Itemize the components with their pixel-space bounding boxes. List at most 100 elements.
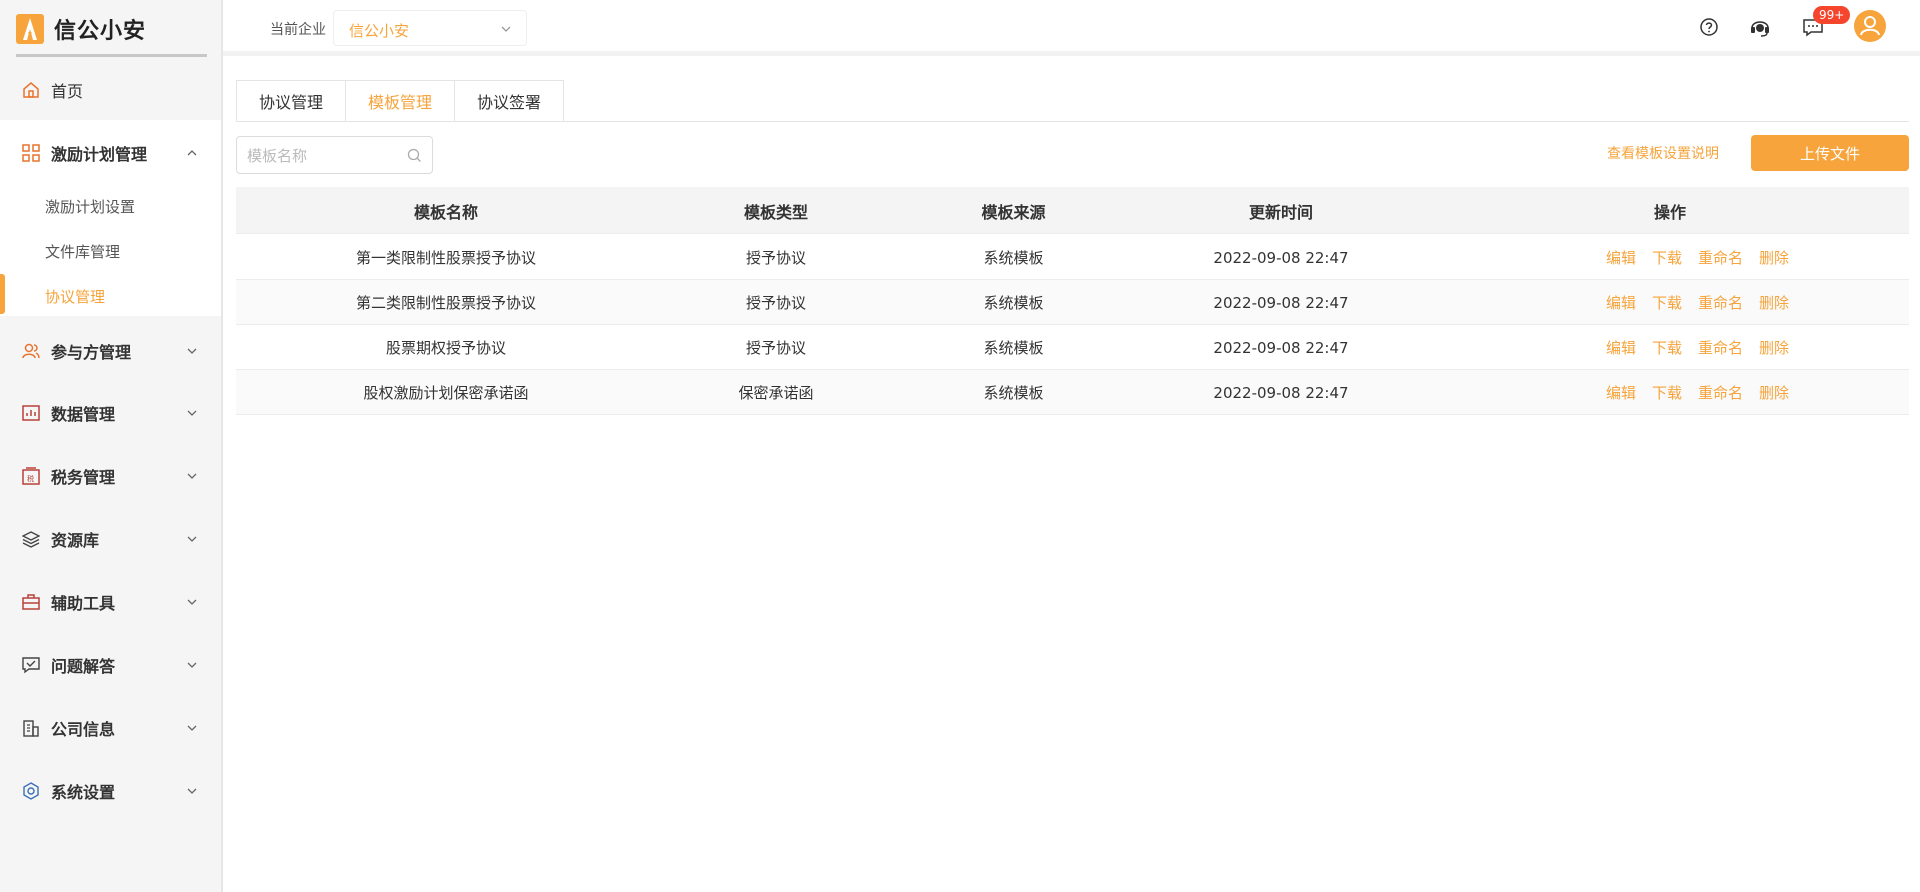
cell-updated-time: 2022-09-08 22:47 [1213, 248, 1349, 267]
user-icon [1860, 16, 1880, 36]
chevron-down-icon [187, 410, 197, 416]
cell-actions: 编辑 下载 重命名 删除 [1606, 325, 1909, 370]
cell-template-name: 股票期权授予协议 [385, 339, 506, 357]
customer-support-icon[interactable] [1747, 14, 1773, 40]
rename-button[interactable]: 重命名 [1698, 337, 1743, 358]
sidebar-item-qa[interactable]: 问题解答 [0, 640, 221, 690]
sidebar-subitem-file-library[interactable]: 文件库管理 [0, 229, 221, 273]
cell-template-type: 授予协议 [745, 294, 806, 312]
upload-file-button[interactable]: 上传文件 [1751, 135, 1909, 171]
column-header-name: 模板名称 [413, 202, 478, 222]
sidebar-item-system-settings[interactable]: 系统设置 [0, 766, 221, 816]
home-icon [23, 82, 39, 98]
cell-template-name: 第一类限制性股票授予协议 [355, 249, 536, 267]
search-input[interactable] [247, 145, 397, 167]
sidebar-subitem-plan-settings[interactable]: 激励计划设置 [0, 184, 221, 228]
cell-template-type: 授予协议 [745, 249, 806, 267]
tab-agreement-management[interactable]: 协议管理 [236, 80, 346, 122]
sidebar-item-data[interactable]: 数据管理 [0, 388, 221, 438]
cell-template-source: 系统模板 [983, 339, 1044, 357]
logo-icon [16, 14, 44, 44]
table-row: 股票期权授予协议 授予协议 系统模板 2022-09-08 22:47 编辑 下… [236, 325, 1909, 370]
help-icon[interactable] [1696, 14, 1722, 40]
sidebar-item-label: 首页 [51, 82, 84, 101]
cell-updated-time: 2022-09-08 22:47 [1213, 293, 1349, 312]
template-search [236, 136, 433, 174]
cell-actions: 编辑 下载 重命名 删除 [1606, 370, 1909, 415]
svg-text:税: 税 [27, 474, 34, 483]
cell-template-name: 第二类限制性股票授予协议 [355, 294, 536, 312]
delete-button[interactable]: 删除 [1759, 247, 1789, 268]
logo-divider [16, 54, 207, 57]
edit-button[interactable]: 编辑 [1606, 382, 1636, 403]
sidebar-subitem-agreement-management[interactable]: 协议管理 [0, 274, 221, 318]
column-header-type: 模板类型 [743, 202, 808, 222]
sidebar-item-tools[interactable]: 辅助工具 [0, 577, 221, 627]
sidebar: 信公小安 首页 激励计划管理 激励计划设置 文件库管理 协议管理 参与方管理 数… [0, 0, 223, 892]
cell-template-type: 授予协议 [745, 339, 806, 357]
cell-updated-time: 2022-09-08 22:47 [1213, 383, 1349, 402]
sidebar-item-home[interactable]: 首页 [0, 65, 221, 115]
chevron-down-icon [187, 599, 197, 605]
search-icon[interactable] [407, 148, 422, 163]
download-button[interactable]: 下载 [1652, 247, 1682, 268]
top-header: 当前企业 信公小安 99+ [223, 0, 1920, 56]
sidebar-item-label: 税务管理 [51, 468, 116, 487]
sidebar-item-label: 资源库 [51, 531, 100, 550]
sidebar-subitem-label: 文件库管理 [45, 242, 121, 261]
sidebar-item-label: 激励计划管理 [51, 145, 148, 164]
download-button[interactable]: 下载 [1652, 337, 1682, 358]
toolbox-icon [22, 594, 40, 610]
tab-agreement-signing[interactable]: 协议签署 [454, 80, 564, 122]
cell-actions: 编辑 下载 重命名 删除 [1606, 280, 1909, 325]
sidebar-item-label: 系统设置 [51, 783, 116, 802]
template-help-link[interactable]: 查看模板设置说明 [1607, 143, 1719, 163]
chevron-down-icon [187, 725, 197, 731]
app-name: 信公小安 [54, 19, 147, 44]
chevron-down-icon [187, 348, 197, 354]
chart-icon [22, 405, 40, 421]
delete-button[interactable]: 删除 [1759, 382, 1789, 403]
users-icon [22, 343, 40, 359]
qa-icon [22, 657, 40, 674]
company-select[interactable]: 信公小安 [333, 10, 527, 46]
edit-button[interactable]: 编辑 [1606, 292, 1636, 313]
sidebar-item-resources[interactable]: 资源库 [0, 514, 221, 564]
table-header: 模板名称 模板类型 模板来源 更新时间 操作 [236, 187, 1909, 234]
sidebar-subitem-label: 协议管理 [45, 287, 106, 306]
rename-button[interactable]: 重命名 [1698, 382, 1743, 403]
sidebar-item-company-info[interactable]: 公司信息 [0, 703, 221, 753]
sidebar-item-tax[interactable]: 税 税务管理 [0, 451, 221, 501]
current-company-label: 当前企业 [270, 22, 326, 38]
chevron-down-icon [187, 788, 197, 794]
delete-button[interactable]: 删除 [1759, 337, 1789, 358]
column-header-updated: 更新时间 [1248, 202, 1313, 222]
table-row: 第二类限制性股票授予协议 授予协议 系统模板 2022-09-08 22:47 … [236, 280, 1909, 325]
download-button[interactable]: 下载 [1652, 382, 1682, 403]
edit-button[interactable]: 编辑 [1606, 247, 1636, 268]
table-row: 股权激励计划保密承诺函 保密承诺函 系统模板 2022-09-08 22:47 … [236, 370, 1909, 415]
sidebar-item-label: 参与方管理 [51, 343, 132, 362]
edit-button[interactable]: 编辑 [1606, 337, 1636, 358]
sidebar-item-incentive-plan[interactable]: 激励计划管理 [0, 128, 221, 178]
sidebar-item-label: 辅助工具 [51, 594, 116, 613]
sidebar-item-label: 问题解答 [51, 657, 116, 676]
column-header-actions: 操作 [1653, 202, 1686, 222]
avatar[interactable] [1854, 10, 1886, 42]
chevron-down-icon [187, 473, 197, 479]
cell-template-source: 系统模板 [983, 384, 1044, 402]
download-button[interactable]: 下载 [1652, 292, 1682, 313]
column-header-source: 模板来源 [981, 202, 1046, 222]
rename-button[interactable]: 重命名 [1698, 292, 1743, 313]
sidebar-item-participants[interactable]: 参与方管理 [0, 326, 221, 376]
delete-button[interactable]: 删除 [1759, 292, 1789, 313]
rename-button[interactable]: 重命名 [1698, 247, 1743, 268]
app-logo[interactable]: 信公小安 [16, 10, 146, 48]
cell-template-name: 股权激励计划保密承诺函 [363, 384, 529, 402]
sidebar-item-label: 公司信息 [51, 720, 116, 739]
cell-template-source: 系统模板 [983, 249, 1044, 267]
tab-template-management[interactable]: 模板管理 [345, 80, 455, 122]
company-select-value: 信公小安 [349, 22, 410, 40]
cell-template-type: 保密承诺函 [738, 384, 814, 402]
grid-icon [22, 144, 40, 162]
